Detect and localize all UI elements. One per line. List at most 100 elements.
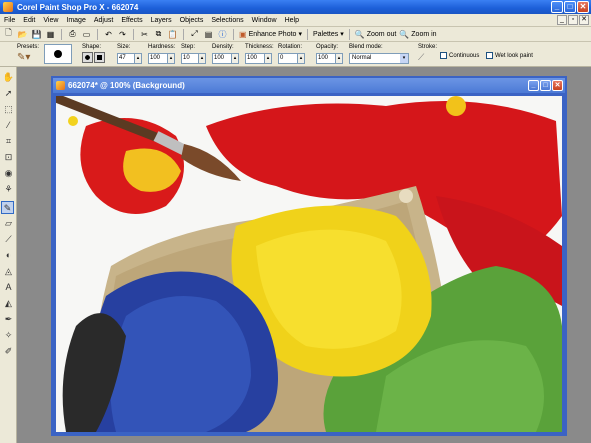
- enhance-photo-button[interactable]: ▣ Enhance Photo ▾: [239, 30, 302, 39]
- paint-pigments-photo: [56, 96, 562, 432]
- opacity-spin-button[interactable]: ▴: [336, 53, 343, 64]
- print-icon[interactable]: ⎙: [67, 29, 78, 40]
- paste-icon[interactable]: 📋: [167, 29, 178, 40]
- opacity-label: Opacity:: [316, 44, 339, 50]
- straighten-tool-icon[interactable]: ⊡: [2, 151, 15, 164]
- resize-icon[interactable]: ⤢: [189, 29, 200, 40]
- menu-edit[interactable]: Edit: [23, 17, 35, 24]
- menu-help[interactable]: Help: [285, 17, 299, 24]
- opacity-input[interactable]: 100: [316, 53, 336, 64]
- continuous-label: Continuous: [449, 53, 480, 60]
- dropper-tool-icon[interactable]: ⁄: [2, 119, 15, 132]
- pick-tool-icon[interactable]: ➚: [2, 87, 15, 100]
- crop-tool-icon[interactable]: ⌗: [2, 135, 15, 148]
- rotation-spin-button[interactable]: ▴: [298, 53, 305, 64]
- shape-label: Shape:: [82, 44, 102, 50]
- chevron-down-icon: ▾: [400, 54, 408, 63]
- size-label: Size:: [117, 44, 131, 50]
- hardness-input[interactable]: 100: [148, 53, 168, 64]
- hardness-label: Hardness:: [148, 44, 176, 50]
- red-eye-tool-icon[interactable]: ◉: [2, 167, 15, 180]
- density-spin-button[interactable]: ▴: [232, 53, 239, 64]
- doc-close-button[interactable]: ✕: [579, 15, 589, 25]
- new-icon[interactable]: 🗋: [3, 28, 14, 40]
- save-icon[interactable]: 💾: [31, 29, 42, 40]
- document-title: 662074* @ 100% (Background): [68, 81, 185, 90]
- menu-adjust[interactable]: Adjust: [94, 17, 113, 24]
- open-icon[interactable]: 📂: [17, 29, 28, 40]
- step-spin-button[interactable]: ▴: [199, 53, 206, 64]
- redo-icon[interactable]: ↷: [117, 29, 128, 40]
- thickness-input[interactable]: 100: [245, 53, 265, 64]
- menu-layers[interactable]: Layers: [151, 17, 172, 24]
- menu-selections[interactable]: Selections: [211, 17, 243, 24]
- zoom-in-button[interactable]: 🔍 Zoom in: [399, 30, 436, 39]
- pan-tool-icon[interactable]: ✋: [2, 71, 15, 84]
- layers-icon[interactable]: ▤: [203, 29, 214, 40]
- toolbar-divider: [133, 28, 134, 40]
- thickness-spin-button[interactable]: ▴: [265, 53, 272, 64]
- image-canvas[interactable]: [56, 96, 562, 432]
- continuous-check[interactable]: [440, 52, 447, 59]
- doc-window-close-button[interactable]: ✕: [552, 80, 563, 91]
- brush-preview: [44, 44, 72, 64]
- info-icon[interactable]: ⓘ: [217, 29, 228, 40]
- round-shape-button[interactable]: [82, 52, 93, 63]
- menu-objects[interactable]: Objects: [180, 17, 204, 24]
- density-input[interactable]: 100: [212, 53, 232, 64]
- minimize-button[interactable]: _: [551, 1, 563, 13]
- warp-brush-icon[interactable]: ✧: [2, 329, 15, 342]
- flood-fill-icon[interactable]: ◬: [2, 265, 15, 278]
- stroke-icon[interactable]: ⟋: [418, 52, 424, 62]
- doc-restore-button[interactable]: ▫: [568, 15, 578, 25]
- copy-icon[interactable]: ⧉: [153, 29, 164, 40]
- cut-icon[interactable]: ✂: [139, 29, 150, 40]
- preset-shape-icon[interactable]: ◭: [2, 297, 15, 310]
- brush-preset-icon[interactable]: ✎▾: [17, 52, 30, 63]
- doc-window-minimize-button[interactable]: _: [528, 80, 539, 91]
- lighten-darken-icon[interactable]: ◐: [2, 249, 15, 262]
- menu-image[interactable]: Image: [66, 17, 85, 24]
- wet-look-checkbox[interactable]: Wet look paint: [486, 52, 533, 59]
- zoom-out-label: Zoom out: [366, 30, 397, 38]
- paint-brush-tool-icon[interactable]: ✎: [1, 201, 14, 214]
- close-icon: ✕: [579, 2, 587, 11]
- undo-icon[interactable]: ↶: [103, 29, 114, 40]
- zoom-in-label: Zoom in: [411, 30, 437, 38]
- menu-window[interactable]: Window: [252, 17, 277, 24]
- maximize-button[interactable]: □: [564, 1, 576, 13]
- text-tool-icon[interactable]: A: [2, 281, 15, 294]
- selection-tool-icon[interactable]: ⬚: [2, 103, 15, 116]
- art-media-icon[interactable]: ✐: [2, 345, 15, 358]
- palettes-button[interactable]: Palettes ▾: [313, 30, 344, 39]
- blend-mode-value: Normal: [352, 55, 372, 61]
- continuous-checkbox[interactable]: Continuous: [440, 52, 479, 59]
- size-spin-button[interactable]: ▴: [135, 53, 142, 64]
- blend-mode-label: Blend mode:: [349, 44, 383, 50]
- square-shape-button[interactable]: [94, 52, 105, 63]
- zoom-out-button[interactable]: 🔍 Zoom out: [355, 30, 397, 39]
- enhance-photo-label: Enhance Photo: [248, 30, 297, 38]
- menu-view[interactable]: View: [43, 17, 58, 24]
- size-input[interactable]: 47: [117, 53, 135, 64]
- doc-minimize-button[interactable]: _: [557, 15, 567, 25]
- doc-window-maximize-button[interactable]: □: [540, 80, 551, 91]
- menu-effects[interactable]: Effects: [121, 17, 142, 24]
- blend-mode-select[interactable]: Normal ▾: [349, 53, 409, 64]
- step-input[interactable]: 10: [181, 53, 199, 64]
- app-icon: [3, 2, 13, 12]
- density-label: Density:: [212, 44, 234, 50]
- eraser-tool-icon[interactable]: ▱: [2, 217, 15, 230]
- scan-icon[interactable]: ▭: [81, 29, 92, 40]
- color-replacer-icon[interactable]: ⟋: [2, 233, 15, 246]
- presets-label: Presets:: [17, 44, 40, 50]
- clone-tool-icon[interactable]: ⚘: [2, 183, 15, 196]
- rotation-input[interactable]: 0: [278, 53, 298, 64]
- browse-icon[interactable]: ▦: [45, 29, 56, 40]
- hardness-spin-button[interactable]: ▴: [168, 53, 175, 64]
- menu-file[interactable]: File: [4, 17, 15, 24]
- wet-look-label: Wet look paint: [495, 53, 533, 60]
- close-button[interactable]: ✕: [577, 1, 589, 13]
- wet-look-check[interactable]: [486, 52, 493, 59]
- pen-tool-icon[interactable]: ✒: [2, 313, 15, 326]
